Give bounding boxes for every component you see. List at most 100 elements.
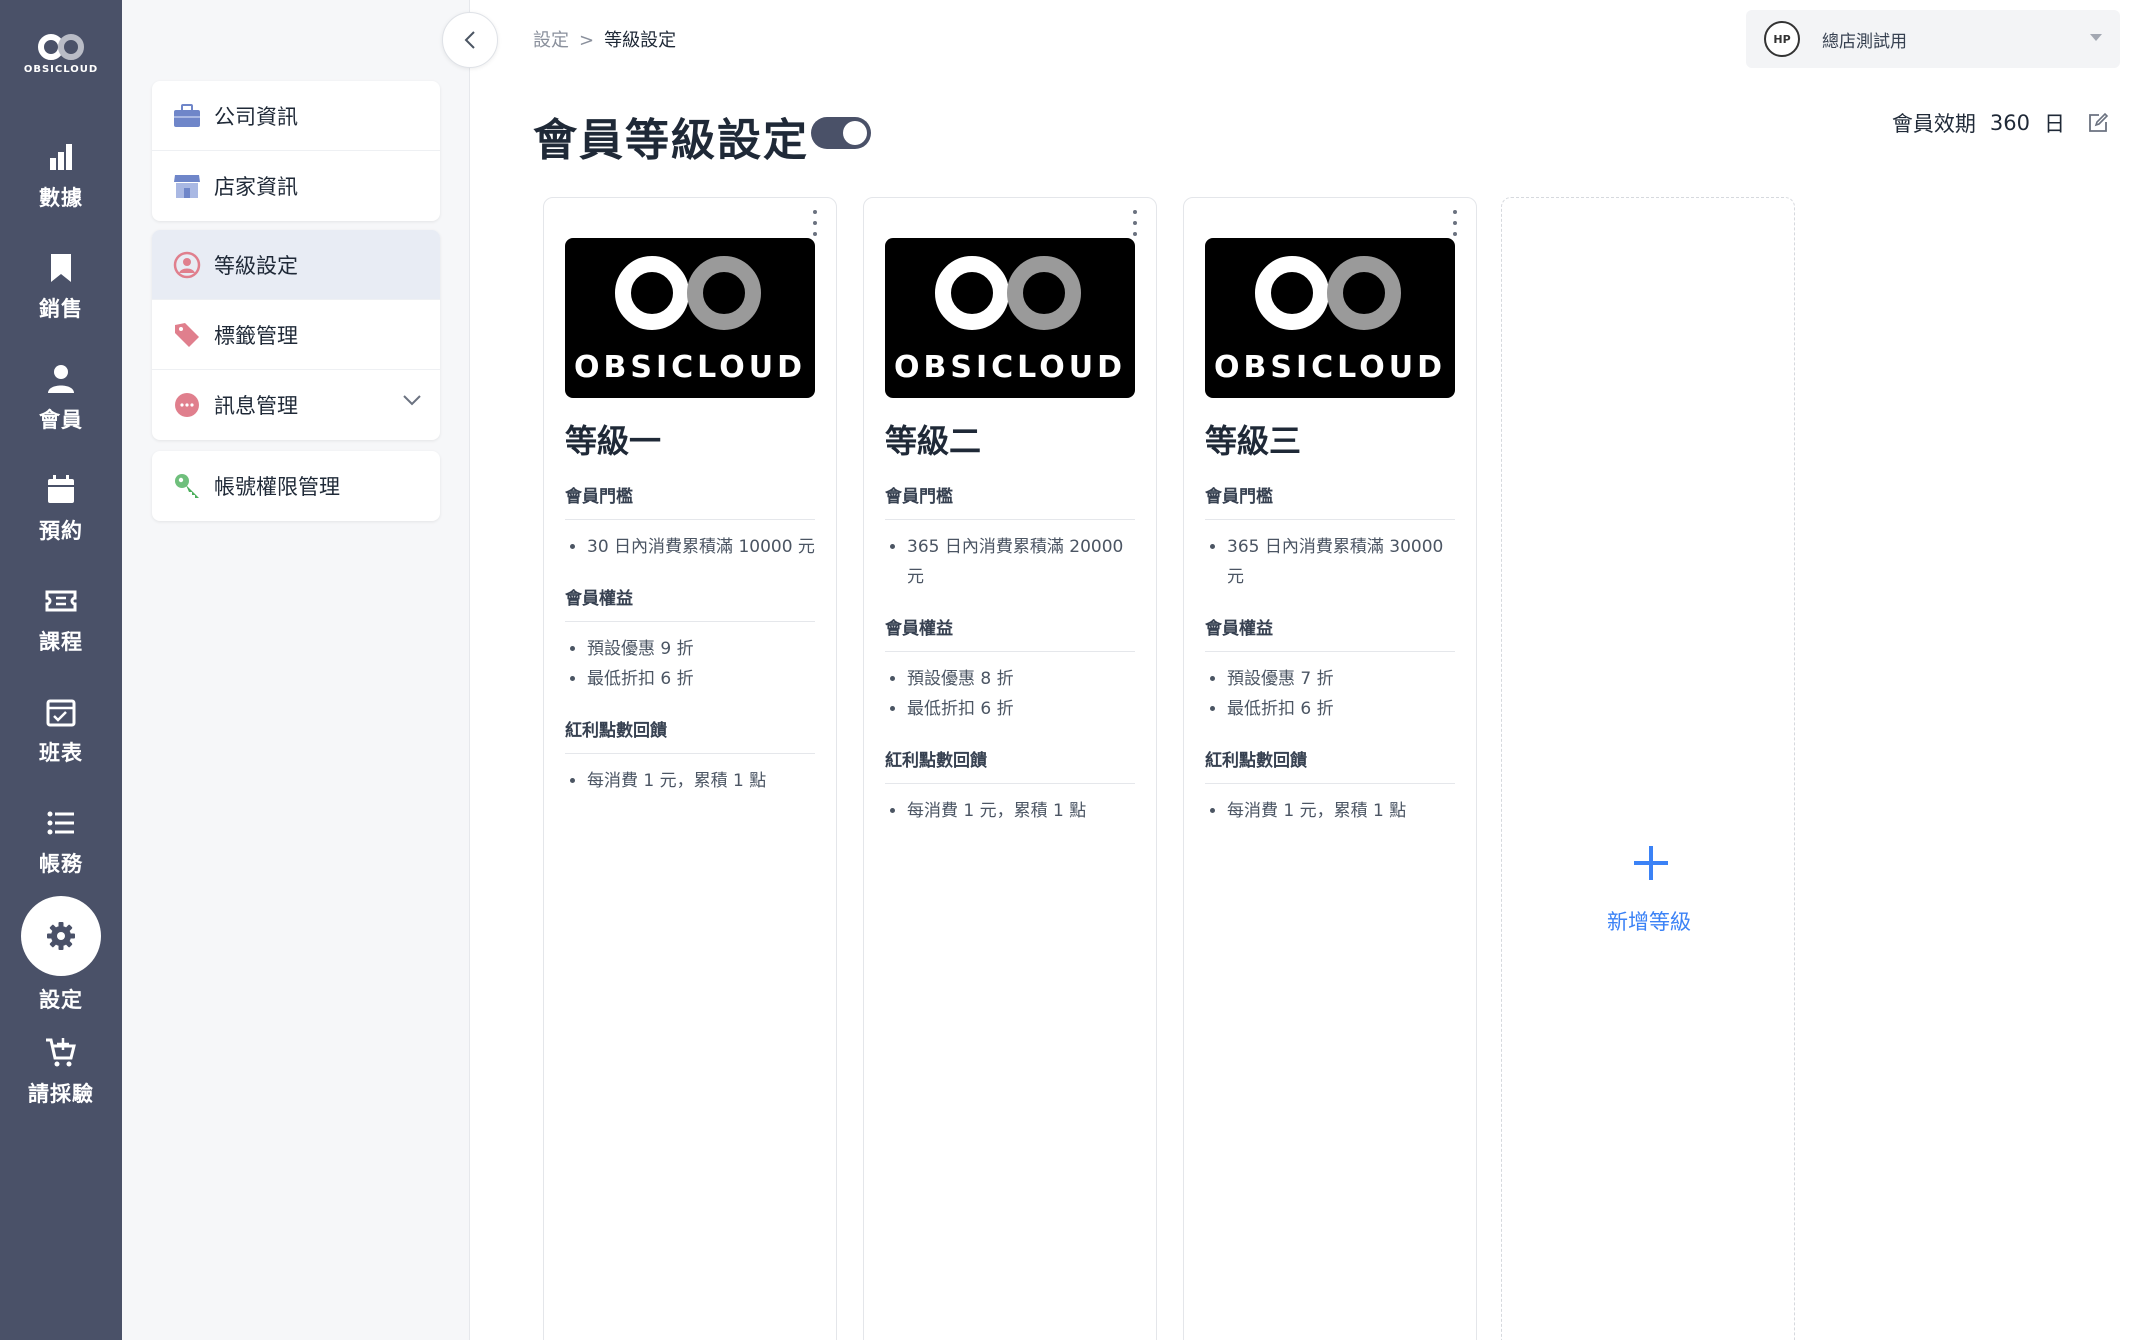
breadcrumb-current: 等級設定: [604, 30, 677, 51]
nav-item-booking[interactable]: 預約: [0, 473, 122, 545]
benefits-list: 預設優惠 8 折 最低折扣 6 折: [885, 664, 1135, 724]
list-item: 最低折扣 6 折: [907, 694, 1135, 724]
main-content: 設定 > 等級設定 HP 總店測試用 會員等級設定 會員效期 360 日 OBSIC…: [470, 0, 2149, 1340]
submenu-item-label: 訊息管理: [214, 394, 298, 418]
submenu-item-company-info[interactable]: 公司資訊: [152, 81, 440, 151]
level-card[interactable]: OBSICLOUD 等級一 會員門檻 30 日內消費累積滿 10000 元 會員…: [543, 197, 837, 1340]
briefcase-icon: [172, 101, 202, 131]
store-icon: [172, 171, 202, 201]
list-item: 最低折扣 6 折: [587, 664, 815, 694]
submenu-group-info: 公司資訊 店家資訊: [152, 81, 440, 221]
level-details: 等級一 會員門檻 30 日內消費累積滿 10000 元 會員權益 預設優惠 9 …: [565, 416, 815, 818]
submenu-item-account-permission[interactable]: 帳號權限管理: [152, 451, 440, 521]
tag-icon: [172, 320, 202, 350]
points-list: 每消費 1 元，累積 1 點: [1205, 796, 1455, 826]
nav-item-procurement[interactable]: 請採驗: [0, 1036, 122, 1108]
submenu-item-store-info[interactable]: 店家資訊: [152, 151, 440, 221]
breadcrumb-root[interactable]: 設定: [533, 30, 569, 51]
list-item: 30 日內消費累積滿 10000 元: [587, 532, 815, 562]
submenu-item-label: 店家資訊: [214, 175, 298, 199]
level-logo: OBSICLOUD: [565, 238, 815, 398]
validity-label: 會員效期: [1891, 112, 1976, 136]
nav-item-label: 預約: [39, 519, 83, 543]
message-icon: [172, 390, 202, 420]
add-level-label: 新增等級: [1607, 910, 1691, 934]
nav-item-label: 帳務: [39, 852, 83, 876]
nav-item-label: 數據: [39, 186, 83, 210]
logo-rings-icon: [38, 34, 84, 60]
gear-icon: [47, 922, 75, 950]
benefits-title: 會員權益: [885, 614, 1135, 652]
submenu-item-level-settings[interactable]: 等級設定: [152, 230, 440, 300]
breadcrumb: 設定 > 等級設定: [533, 26, 676, 52]
add-level-button[interactable]: 新增等級: [1501, 197, 1795, 1340]
level-logo: OBSICLOUD: [1205, 238, 1455, 398]
threshold-list: 30 日內消費累積滿 10000 元: [565, 532, 815, 562]
person-icon: [48, 365, 74, 393]
threshold-title: 會員門檻: [885, 482, 1135, 520]
settings-submenu: 公司資訊 店家資訊 等級設定 標籤管理 訊息管理 帳號權限管理: [122, 0, 470, 1340]
points-list: 每消費 1 元，累積 1 點: [565, 766, 815, 796]
threshold-list: 365 日內消費累積滿 20000 元: [885, 532, 1135, 592]
store-selector[interactable]: HP 總店測試用: [1746, 10, 2120, 68]
nav-item-accounting[interactable]: 帳務: [0, 806, 122, 878]
main-nav: OBSICLOUD 數據 銷售 會員 預約 課程 班表 帳務 設定 請採驗: [0, 0, 122, 1340]
active-indicator: [21, 896, 101, 976]
breadcrumb-separator: >: [579, 30, 595, 51]
list-item: 預設優惠 7 折: [1227, 664, 1455, 694]
points-list: 每消費 1 元，累積 1 點: [885, 796, 1135, 826]
brand-logo[interactable]: OBSICLOUD: [0, 34, 122, 75]
collapse-submenu-button[interactable]: [442, 12, 498, 68]
page-title: 會員等級設定: [533, 115, 809, 166]
submenu-item-message-management[interactable]: 訊息管理: [152, 370, 440, 440]
benefits-list: 預設優惠 7 折 最低折扣 6 折: [1205, 664, 1455, 724]
threshold-list: 365 日內消費累積滿 30000 元: [1205, 532, 1455, 592]
nav-item-data[interactable]: 數據: [0, 140, 122, 212]
nav-item-member[interactable]: 會員: [0, 362, 122, 434]
nav-item-label: 會員: [39, 408, 83, 432]
cart-icon: [46, 1038, 76, 1067]
nav-item-label: 班表: [39, 741, 83, 765]
list-item: 預設優惠 8 折: [907, 664, 1135, 694]
submenu-group-account: 帳號權限管理: [152, 451, 440, 521]
plus-icon: [1634, 846, 1668, 880]
list-item: 365 日內消費累積滿 30000 元: [1227, 532, 1455, 592]
more-options-icon[interactable]: [810, 210, 820, 236]
nav-item-label: 銷售: [39, 297, 83, 321]
benefits-list: 預設優惠 9 折 最低折扣 6 折: [565, 634, 815, 694]
level-name: 等級三: [1205, 422, 1302, 460]
key-icon: [172, 471, 202, 501]
caret-down-icon: [2090, 34, 2102, 41]
more-options-icon[interactable]: [1450, 210, 1460, 236]
level-name: 等級二: [885, 422, 982, 460]
logo-text: OBSICLOUD: [23, 64, 99, 75]
level-logo: OBSICLOUD: [885, 238, 1135, 398]
level-details: 等級二 會員門檻 365 日內消費累積滿 20000 元 會員權益 預設優惠 8…: [885, 416, 1135, 848]
more-options-icon[interactable]: [1130, 210, 1140, 236]
level-logo-text: OBSICLOUD: [574, 350, 806, 385]
list-item: 每消費 1 元，累積 1 點: [907, 796, 1135, 826]
list-item: 每消費 1 元，累積 1 點: [1227, 796, 1455, 826]
submenu-item-label: 等級設定: [214, 253, 298, 278]
points-title: 紅利點數回饋: [885, 746, 1135, 784]
validity-unit: 日: [2044, 112, 2065, 136]
member-level-icon: [172, 250, 202, 280]
points-title: 紅利點數回饋: [1205, 746, 1455, 784]
level-name: 等級一: [565, 422, 662, 460]
list-item: 每消費 1 元，累積 1 點: [587, 766, 815, 796]
nav-item-schedule[interactable]: 班表: [0, 695, 122, 767]
level-card[interactable]: OBSICLOUD 等級三 會員門檻 365 日內消費累積滿 30000 元 會…: [1183, 197, 1477, 1340]
level-card[interactable]: OBSICLOUD 等級二 會員門檻 365 日內消費累積滿 20000 元 會…: [863, 197, 1157, 1340]
submenu-item-label: 標籤管理: [214, 323, 298, 348]
edit-icon[interactable]: [2087, 112, 2109, 134]
nav-item-course[interactable]: 課程: [0, 584, 122, 656]
nav-item-label: 課程: [39, 630, 83, 654]
chevron-down-icon[interactable]: [402, 394, 422, 406]
level-enable-toggle[interactable]: [811, 117, 871, 149]
list-item: 365 日內消費累積滿 20000 元: [907, 532, 1135, 592]
chevron-left-icon: [464, 31, 475, 49]
nav-item-sales[interactable]: 銷售: [0, 251, 122, 323]
nav-item-settings[interactable]: 設定: [0, 896, 122, 1014]
submenu-item-tag-management[interactable]: 標籤管理: [152, 300, 440, 370]
list-item: 預設優惠 9 折: [587, 634, 815, 664]
